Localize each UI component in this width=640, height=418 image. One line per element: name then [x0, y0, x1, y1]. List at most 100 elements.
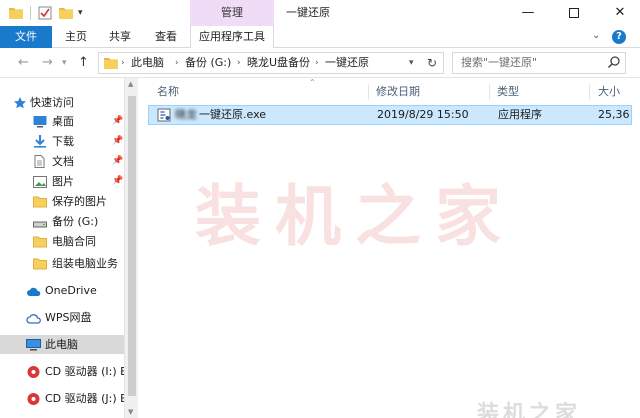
sort-indicator-icon: ⌃	[309, 78, 316, 87]
breadcrumb-backup-drive[interactable]: 备份 (G:)	[185, 53, 231, 73]
folder-icon[interactable]	[8, 4, 24, 22]
pin-icon[interactable]: 📌	[112, 112, 123, 131]
title-bar: ▾ 管理 一键还原 — ✕	[0, 0, 640, 26]
breadcrumb-usb-backup[interactable]: 晓龙U盘备份	[247, 53, 310, 73]
search-input[interactable]: 搜索"一键还原"	[461, 53, 537, 73]
wps-cloud-icon	[26, 311, 41, 324]
table-row[interactable]: 晓龙 一键还原.exe 2019/8/29 15:50 应用程序 25,36	[148, 105, 632, 125]
sidebar-item-label: 快速访问	[30, 96, 74, 109]
sidebar-item-saved-pictures[interactable]: 保存的图片	[0, 192, 124, 211]
folder-icon	[33, 257, 47, 270]
sidebar-item-pc-assembly[interactable]: 组装电脑业务	[0, 254, 124, 273]
sidebar-item-label: CD 驱动器 (I:) BO	[45, 365, 124, 378]
close-button[interactable]: ✕	[600, 0, 640, 26]
breadcrumb-separator[interactable]: ›	[121, 53, 125, 73]
maximize-button[interactable]	[554, 0, 594, 26]
tab-view[interactable]: 查看	[146, 26, 186, 48]
ribbon-tab-row: 文件 主页 共享 查看 应用程序工具 ⌄ ?	[0, 26, 640, 49]
sidebar-item-label: 此电脑	[45, 338, 78, 351]
sidebar-item-contracts[interactable]: 电脑合同	[0, 232, 124, 251]
folder-icon	[33, 195, 47, 208]
window-title: 一键还原	[286, 6, 330, 19]
refresh-icon[interactable]: ↻	[427, 53, 437, 73]
navigation-bar: ← → ▾ ↑ › 此电脑 › 备份 (G:) › 晓龙U盘备份 › 一键还原 …	[0, 48, 640, 78]
tab-file[interactable]: 文件	[0, 26, 52, 48]
sidebar-item-label: 桌面	[52, 115, 74, 128]
picture-icon	[33, 175, 47, 188]
breadcrumb-one-key-restore[interactable]: 一键还原	[325, 53, 369, 73]
sidebar-item-label: WPS网盘	[45, 311, 92, 324]
sidebar-scrollbar[interactable]: ▲ ▼	[124, 78, 138, 418]
desktop-icon	[33, 115, 47, 128]
sidebar-item-cd-drive-i[interactable]: CD 驱动器 (I:) BO	[0, 362, 124, 381]
help-icon[interactable]: ?	[612, 30, 626, 44]
pin-icon[interactable]: 📌	[112, 152, 123, 171]
address-dropdown[interactable]: ▾	[409, 53, 414, 73]
customize-toolbar-dropdown[interactable]: ▾	[78, 4, 83, 22]
breadcrumb-separator[interactable]: ›	[175, 53, 179, 73]
column-divider[interactable]	[589, 84, 590, 100]
search-icon[interactable]	[607, 55, 621, 72]
address-bar[interactable]: › 此电脑 › 备份 (G:) › 晓龙U盘备份 › 一键还原 ▾ ↻	[98, 52, 444, 74]
pin-icon[interactable]: 📌	[112, 132, 123, 151]
forward-arrow-icon[interactable]: →	[42, 55, 53, 70]
sidebar-item-label: 组装电脑业务	[52, 257, 118, 270]
sidebar-item-onedrive[interactable]: OneDrive	[0, 281, 124, 300]
sidebar-item-pictures[interactable]: 图片 📌	[0, 172, 124, 191]
scrollbar-thumb[interactable]	[128, 96, 136, 396]
folder-icon	[103, 56, 119, 73]
exe-icon	[157, 108, 171, 125]
sidebar-item-this-pc[interactable]: 此电脑	[0, 335, 124, 354]
column-header-date-modified[interactable]: 修改日期	[376, 82, 420, 102]
document-icon	[33, 155, 46, 168]
back-arrow-icon[interactable]: ←	[18, 55, 29, 70]
up-arrow-icon[interactable]: ↑	[78, 55, 89, 70]
navigation-pane: 快速访问 桌面 📌 下载 📌 文档 📌 图片 📌 保存的图片 备份 (G:) 电…	[0, 78, 124, 418]
sidebar-item-label: 图片	[52, 175, 74, 188]
download-icon	[33, 135, 46, 148]
computer-icon	[26, 338, 41, 351]
folder-icon	[33, 235, 47, 248]
sidebar-item-downloads[interactable]: 下载 📌	[0, 132, 124, 151]
tab-application-tools[interactable]: 应用程序工具	[190, 26, 274, 49]
cloud-icon	[26, 284, 41, 297]
tab-manage[interactable]: 管理	[190, 0, 274, 26]
search-box[interactable]: 搜索"一键还原"	[452, 52, 626, 74]
sidebar-item-cd-drive-j[interactable]: CD 驱动器 (J:) BO	[0, 389, 124, 408]
properties-icon[interactable]	[38, 4, 52, 22]
sidebar-item-backup-drive[interactable]: 备份 (G:)	[0, 212, 124, 231]
scroll-down-arrow-icon[interactable]: ▼	[128, 408, 133, 416]
watermark: 装机之家	[195, 178, 515, 255]
recent-locations-dropdown[interactable]: ▾	[62, 58, 67, 68]
column-divider[interactable]	[489, 84, 490, 100]
breadcrumb-separator[interactable]: ›	[315, 53, 319, 73]
new-folder-icon[interactable]	[58, 4, 74, 22]
column-header-name[interactable]: 名称	[157, 82, 179, 102]
column-divider[interactable]	[368, 84, 369, 100]
column-header-size[interactable]: 大小	[598, 82, 620, 102]
breadcrumb-this-pc[interactable]: 此电脑	[131, 53, 164, 73]
sidebar-item-label: CD 驱动器 (J:) BO	[45, 392, 124, 405]
sidebar-item-quick-access[interactable]: 快速访问	[0, 93, 124, 112]
file-name[interactable]: 一键还原.exe	[199, 106, 266, 124]
tab-home[interactable]: 主页	[56, 26, 96, 48]
sidebar-item-label: 电脑合同	[52, 235, 96, 248]
sidebar-item-label: 备份 (G:)	[52, 215, 99, 228]
minimize-button[interactable]: —	[508, 0, 548, 26]
file-size: 25,36	[598, 108, 630, 121]
cd-drive-icon	[26, 365, 40, 378]
column-header-type[interactable]: 类型	[497, 82, 519, 102]
quick-access-separator	[30, 6, 31, 20]
tab-share[interactable]: 共享	[100, 26, 140, 48]
sidebar-item-label: OneDrive	[45, 284, 97, 297]
breadcrumb-separator[interactable]: ›	[237, 53, 241, 73]
pin-icon[interactable]: 📌	[112, 172, 123, 191]
sidebar-item-documents[interactable]: 文档 📌	[0, 152, 124, 171]
sidebar-item-label: 文档	[52, 155, 74, 168]
sidebar-item-wps-cloud[interactable]: WPS网盘	[0, 308, 124, 327]
scroll-up-arrow-icon[interactable]: ▲	[128, 80, 133, 88]
sidebar-item-desktop[interactable]: 桌面 📌	[0, 112, 124, 131]
sidebar-item-label: 下载	[52, 135, 74, 148]
expand-ribbon-icon[interactable]: ⌄	[592, 30, 600, 41]
file-list-pane[interactable]: ⌃ 名称 修改日期 类型 大小 装机之家 晓龙 一键还原.exe 2019/8/…	[139, 78, 640, 418]
